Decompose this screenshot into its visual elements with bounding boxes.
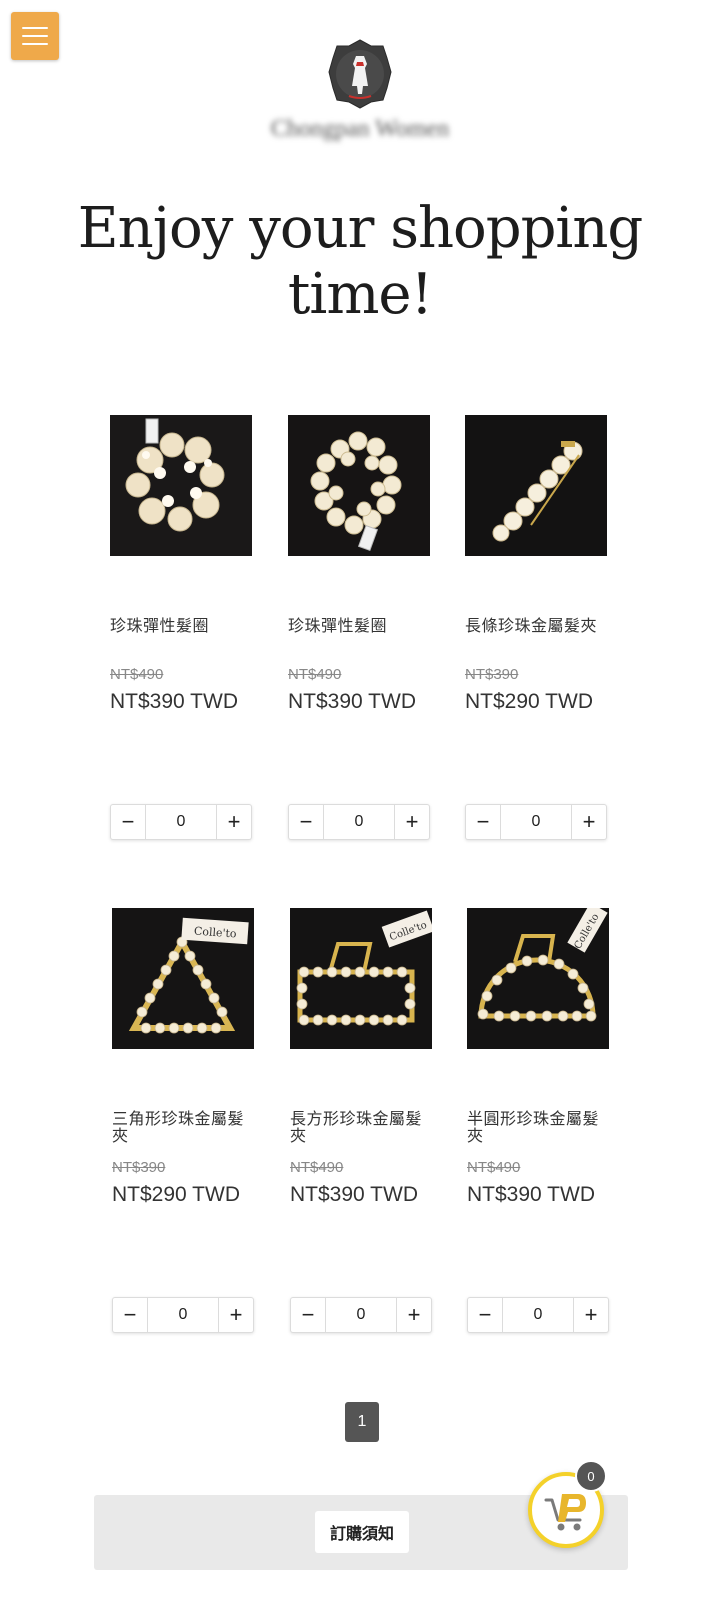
increase-button[interactable]: + xyxy=(395,805,429,839)
product-name[interactable]: 三角形珍珠金屬髮夾 xyxy=(112,1111,252,1145)
original-price: NT$490 xyxy=(110,666,164,683)
quantity-stepper: − 0 + xyxy=(465,804,607,840)
quantity-value[interactable]: 0 xyxy=(145,805,217,839)
product-name[interactable]: 珍珠彈性髮圈 xyxy=(110,618,250,635)
original-price: NT$490 xyxy=(288,666,342,683)
increase-button[interactable]: + xyxy=(219,1298,253,1332)
product-name[interactable]: 長條珍珠金屬髮夾 xyxy=(465,618,605,635)
quantity-value[interactable]: 0 xyxy=(325,1298,397,1332)
product-image[interactable] xyxy=(465,415,607,556)
sale-price: NT$390 TWD xyxy=(110,690,238,713)
original-price: NT$390 xyxy=(465,666,519,683)
product-name[interactable]: 長方形珍珠金屬髮夾 xyxy=(290,1111,430,1145)
original-price: NT$490 xyxy=(290,1159,344,1176)
quantity-stepper: − 0 + xyxy=(467,1297,609,1333)
quantity-stepper: − 0 + xyxy=(110,804,252,840)
brand-logo xyxy=(328,39,392,109)
quantity-value[interactable]: 0 xyxy=(502,1298,574,1332)
decrease-button[interactable]: − xyxy=(289,805,323,839)
sale-price: NT$390 TWD xyxy=(467,1183,595,1206)
decrease-button[interactable]: − xyxy=(291,1298,325,1332)
original-price: NT$490 xyxy=(467,1159,521,1176)
pagination-page-button[interactable]: 1 xyxy=(345,1402,379,1442)
sale-price: NT$290 TWD xyxy=(465,690,593,713)
cart-count-badge: 0 xyxy=(575,1460,607,1492)
quantity-value[interactable]: 0 xyxy=(500,805,572,839)
product-name[interactable]: 半圓形珍珠金屬髮夾 xyxy=(467,1111,607,1145)
decrease-button[interactable]: − xyxy=(468,1298,502,1332)
product-name[interactable]: 珍珠彈性髮圈 xyxy=(288,618,428,635)
product-image[interactable]: Colle'to xyxy=(112,908,254,1049)
sale-price: NT$390 TWD xyxy=(288,690,416,713)
increase-button[interactable]: + xyxy=(397,1298,431,1332)
brand-name: Chongpan Women xyxy=(270,116,450,142)
order-notice-button[interactable]: 訂購須知 xyxy=(315,1511,409,1553)
menu-button[interactable] xyxy=(11,12,59,60)
increase-button[interactable]: + xyxy=(574,1298,608,1332)
quantity-stepper: − 0 + xyxy=(290,1297,432,1333)
increase-button[interactable]: + xyxy=(217,805,251,839)
sale-price: NT$290 TWD xyxy=(112,1183,240,1206)
sale-price: NT$390 TWD xyxy=(290,1183,418,1206)
hamburger-icon xyxy=(22,27,48,29)
quantity-stepper: − 0 + xyxy=(288,804,430,840)
page-headline: Enjoy your shopping time! xyxy=(60,196,660,328)
original-price: NT$390 xyxy=(112,1159,166,1176)
increase-button[interactable]: + xyxy=(572,805,606,839)
product-image[interactable] xyxy=(110,415,252,556)
quantity-value[interactable]: 0 xyxy=(323,805,395,839)
headline-line-1: Enjoy your shopping xyxy=(77,196,644,261)
decrease-button[interactable]: − xyxy=(466,805,500,839)
product-image[interactable]: Colle'to xyxy=(467,908,609,1049)
decrease-button[interactable]: − xyxy=(111,805,145,839)
headline-line-2: time! xyxy=(287,262,433,327)
decrease-button[interactable]: − xyxy=(113,1298,147,1332)
quantity-stepper: − 0 + xyxy=(112,1297,254,1333)
quantity-value[interactable]: 0 xyxy=(147,1298,219,1332)
product-image[interactable] xyxy=(288,415,430,556)
product-image[interactable]: Colle'to xyxy=(290,908,432,1049)
